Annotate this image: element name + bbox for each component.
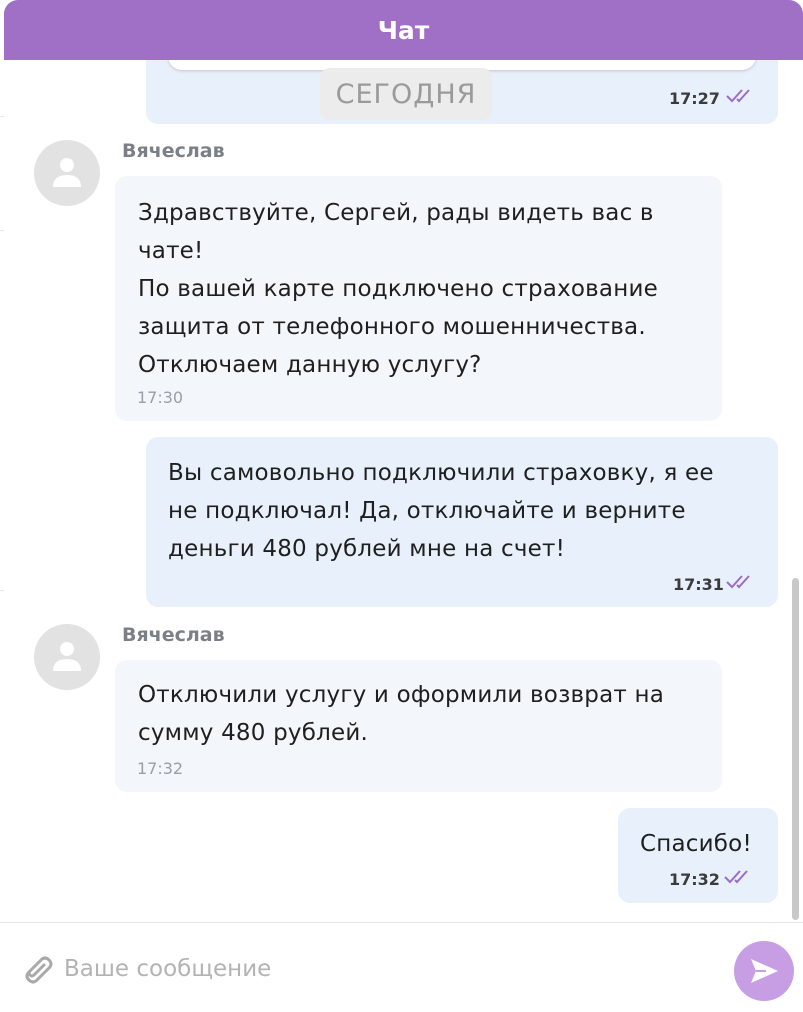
message-text: Здравствуйте, Сергей, рады видеть вас в … <box>138 200 658 378</box>
message-incoming[interactable]: Здравствуйте, Сергей, рады видеть вас в … <box>115 176 722 421</box>
user-icon <box>53 642 81 671</box>
scrollbar[interactable] <box>792 578 799 920</box>
date-divider: СЕГОДНЯ <box>320 68 492 120</box>
divider <box>0 116 4 117</box>
chat-window: Чат 17:27 СЕГОДНЯ Вячеслав Здравствуйте,… <box>0 0 803 1012</box>
send-button[interactable] <box>734 941 794 1001</box>
paperclip-icon[interactable] <box>18 950 54 986</box>
avatar <box>34 140 100 206</box>
message-text: Отключили услугу и оформили возврат на с… <box>138 682 664 746</box>
sender-name: Вячеслав <box>122 140 225 162</box>
message-input[interactable] <box>62 949 706 989</box>
message-time: 17:30 <box>137 388 184 407</box>
chat-header: Чат <box>4 0 803 60</box>
chat-title: Чат <box>377 15 430 45</box>
sender-name: Вячеслав <box>122 624 225 646</box>
message-time: 17:32 <box>137 759 184 778</box>
message-time: 17:31 <box>673 575 724 594</box>
double-check-icon <box>726 575 750 589</box>
message-incoming[interactable]: Отключили услугу и оформили возврат на с… <box>115 660 722 792</box>
message-time: 17:32 <box>669 870 720 889</box>
date-divider-label: СЕГОДНЯ <box>335 78 477 110</box>
message-time: 17:27 <box>669 89 720 108</box>
double-check-icon <box>724 870 748 884</box>
avatar <box>34 624 100 690</box>
divider <box>0 230 4 231</box>
message-list[interactable]: 17:27 СЕГОДНЯ Вячеслав Здравствуйте, Сер… <box>0 60 803 922</box>
message-outgoing[interactable]: Вы самовольно подключили страховку, я ее… <box>146 437 778 607</box>
message-composer <box>0 922 803 1012</box>
send-icon <box>751 959 778 983</box>
message-outgoing[interactable]: Спасибо! 17:32 <box>618 808 778 903</box>
user-icon <box>53 158 81 187</box>
double-check-icon <box>726 89 750 103</box>
message-text: Спасибо! <box>640 831 752 857</box>
message-text: Вы самовольно подключили страховку, я ее… <box>168 460 714 562</box>
divider <box>0 590 4 591</box>
